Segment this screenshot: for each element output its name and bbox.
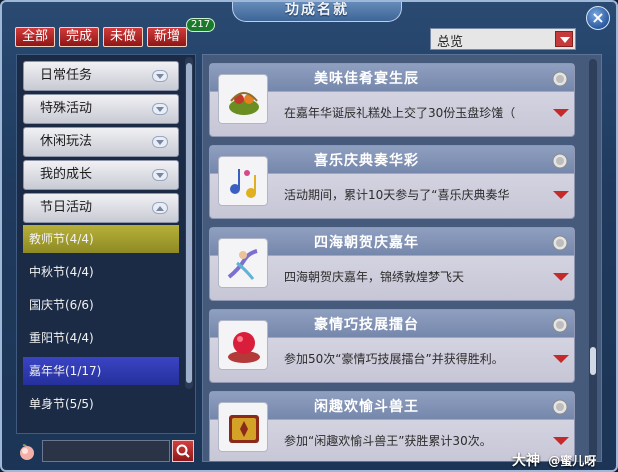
search-icon [176,444,190,458]
sidebar-scrollbar[interactable] [185,57,193,389]
card-title: 美味佳肴宴生辰 [314,71,419,87]
food-basket-icon [218,74,268,124]
sidebar-item-growth[interactable]: 我的成长 [23,160,179,190]
search-button[interactable] [172,440,194,462]
sidebar-item-label: 休闲玩法 [40,134,93,149]
sidebar-item-daily[interactable]: 日常任务 [23,61,179,91]
scroll-thumb[interactable] [186,63,192,383]
medal-icon [552,317,568,333]
medal-icon [552,71,568,87]
achievement-card: 豪情巧技展擂台 参加50次“豪情巧技展擂台”并获得胜利。 [209,309,575,383]
expand-arrow-icon[interactable] [553,191,569,199]
sidebar-item-label: 我的成长 [40,167,93,182]
achievement-window: 功成名就 × 全部 完成 未做 新增 217 总览 日常任务 特殊活动 休闲玩法… [0,0,618,472]
chevron-up-icon [152,202,168,214]
close-icon: × [591,8,605,27]
expand-arrow-icon[interactable] [553,273,569,281]
tab-all[interactable]: 全部 [15,27,56,47]
achievement-card: 四海朝贺庆嘉年 四海朝贺庆嘉年，锦绣敦煌梦飞天 [209,227,575,301]
window-title: 功成名就 [232,2,402,22]
sidebar-item-leisure[interactable]: 休闲玩法 [23,127,179,157]
card-description: 四海朝贺庆嘉年，锦绣敦煌梦飞天 [284,270,465,284]
card-title: 四海朝贺庆嘉年 [314,235,419,251]
achievement-card: 喜乐庆典奏华彩 活动期间，累计10天参与了“喜乐庆典奏华 [209,145,575,219]
sidebar-item-label: 特殊活动 [40,101,93,116]
view-dropdown[interactable]: 总览 [430,28,576,50]
red-silk-ball-icon [218,320,268,370]
watermark-brand: 大神 [512,453,540,469]
festival-item-singles[interactable]: 单身节(5/5) [23,390,179,418]
flying-apsara-icon [218,238,268,288]
golden-book-icon [218,402,268,452]
tab-completed[interactable]: 完成 [59,27,100,47]
sidebar-item-label: 节日活动 [40,200,93,215]
category-sidebar: 日常任务 特殊活动 休闲玩法 我的成长 节日活动 教师节(4/4) 中秋节(4/… [16,54,196,434]
card-title: 闲趣欢愉斗兽王 [314,399,419,415]
festival-item-midautumn[interactable]: 中秋节(4/4) [23,258,179,286]
festival-item-chongyang[interactable]: 重阳节(4/4) [23,324,179,352]
medal-icon [552,399,568,415]
tab-new[interactable]: 新增 [147,27,188,47]
card-description: 在嘉年华诞辰礼糕处上交了30份玉盘珍馐（ [284,106,516,120]
filter-tabs: 全部 完成 未做 新增 [15,27,188,47]
sidebar-item-festival[interactable]: 节日活动 [23,193,179,223]
expand-arrow-icon[interactable] [553,355,569,363]
sidebar-item-label: 日常任务 [40,68,93,83]
achievement-list: 美味佳肴宴生辰 在嘉年华诞辰礼糕处上交了30份玉盘珍馐（ 喜乐庆典奏华彩 活动期… [202,54,602,462]
peach-icon [20,444,34,460]
new-count-badge: 217 [186,18,216,32]
dropdown-value: 总览 [437,35,464,50]
expand-arrow-icon[interactable] [553,437,569,445]
tab-not-done[interactable]: 未做 [103,27,144,47]
chevron-down-icon [152,169,168,181]
chevron-down-icon [152,103,168,115]
achievement-card: 美味佳肴宴生辰 在嘉年华诞辰礼糕处上交了30份玉盘珍馐（ [209,63,575,137]
card-title: 喜乐庆典奏华彩 [314,153,419,169]
music-notes-icon [218,156,268,206]
chevron-down-icon [152,70,168,82]
close-button[interactable]: × [586,6,610,30]
search-input[interactable] [42,440,170,462]
card-description: 活动期间，累计10天参与了“喜乐庆典奏华 [284,188,510,202]
list-scrollbar[interactable] [589,59,597,459]
festival-item-teacher[interactable]: 教师节(4/4) [23,225,179,253]
medal-icon [552,235,568,251]
expand-arrow-icon[interactable] [553,109,569,117]
sidebar-item-special[interactable]: 特殊活动 [23,94,179,124]
chevron-down-icon[interactable] [555,31,573,47]
scroll-thumb[interactable] [590,347,596,375]
chevron-down-icon [152,136,168,148]
watermark-user: @蜜儿呀 [548,454,597,468]
card-description: 参加“闲趣欢愉斗兽王”获胜累计30次。 [284,434,492,448]
card-description: 参加50次“豪情巧技展擂台”并获得胜利。 [284,352,504,366]
card-title: 豪情巧技展擂台 [314,317,419,333]
medal-icon [552,153,568,169]
festival-item-national[interactable]: 国庆节(6/6) [23,291,179,319]
festival-item-carnival[interactable]: 嘉年华(1/17) [23,357,179,385]
watermark: 大神 @蜜儿呀 [512,450,596,470]
